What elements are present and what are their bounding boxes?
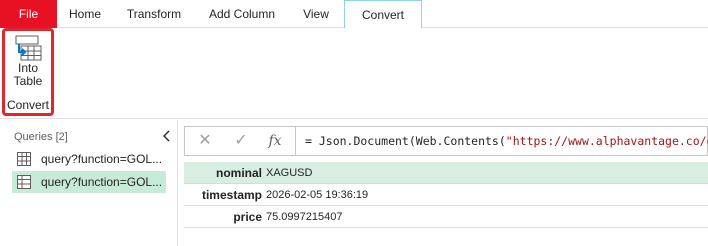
fx-icon[interactable]: fx bbox=[263, 131, 287, 151]
record-field-value[interactable]: 2026-02-05 19:36:19 bbox=[266, 184, 368, 206]
queries-header: Queries [2] bbox=[14, 131, 68, 143]
chevron-left-icon[interactable] bbox=[161, 129, 173, 143]
tab-home[interactable]: Home bbox=[57, 0, 113, 28]
tab-view[interactable]: View bbox=[289, 0, 343, 28]
queries-pane: Queries [2] query?function=GOL... query?… bbox=[0, 120, 178, 246]
formula-prefix: = Json.Document(Web.Contents( bbox=[305, 134, 506, 148]
formula-input[interactable]: = Json.Document(Web.Contents("https://ww… bbox=[305, 134, 708, 148]
check-icon[interactable]: ✓ bbox=[229, 131, 253, 151]
into-table-label-line2: Table bbox=[13, 74, 43, 88]
convert-group-label: Convert bbox=[6, 98, 50, 112]
record-row: price 75.0997215407 bbox=[184, 206, 708, 228]
into-table-button[interactable]: Into Table bbox=[6, 32, 50, 100]
convert-group: Into Table Convert bbox=[2, 28, 54, 116]
record-table-icon bbox=[17, 175, 31, 189]
tab-convert[interactable]: Convert bbox=[344, 0, 422, 29]
cancel-icon[interactable]: ✕ bbox=[193, 131, 217, 151]
query-item-selected[interactable]: query?function=GOL... bbox=[12, 171, 166, 193]
record-field-value[interactable]: 75.0997215407 bbox=[266, 206, 342, 228]
ribbon-tab-bar: File Home Transform Add Column View Conv… bbox=[0, 0, 708, 29]
record-row: nominal XAGUSD bbox=[184, 162, 708, 184]
ribbon: Into Table Convert bbox=[0, 28, 708, 119]
record-row: timestamp 2026-02-05 19:36:19 bbox=[184, 184, 708, 206]
record-field-name[interactable]: price bbox=[184, 206, 262, 228]
into-table-icon bbox=[15, 35, 42, 61]
query-item[interactable]: query?function=GOL... bbox=[12, 148, 166, 170]
record-field-value[interactable]: XAGUSD bbox=[266, 162, 312, 184]
table-icon bbox=[17, 152, 31, 166]
tab-transform[interactable]: Transform bbox=[113, 0, 195, 28]
formula-bar-divider bbox=[295, 127, 296, 155]
record-field-name[interactable]: nominal bbox=[184, 162, 262, 184]
tab-add-column[interactable]: Add Column bbox=[195, 0, 289, 28]
query-item-label: query?function=GOL... bbox=[41, 152, 163, 166]
tab-file[interactable]: File bbox=[0, 0, 57, 28]
record-field-name[interactable]: timestamp bbox=[184, 184, 262, 206]
record-view: nominal XAGUSD timestamp 2026-02-05 19:3… bbox=[184, 162, 708, 228]
query-item-label: query?function=GOL... bbox=[41, 175, 163, 189]
formula-bar: ✕ ✓ fx = Json.Document(Web.Contents("htt… bbox=[184, 126, 708, 156]
formula-string: "https://www.alphavantage.co/que bbox=[505, 134, 708, 148]
